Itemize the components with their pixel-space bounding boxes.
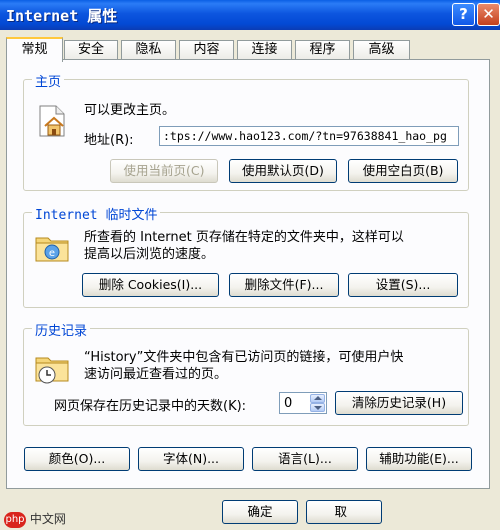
help-icon: ?: [459, 5, 468, 23]
php-logo: php: [4, 511, 26, 528]
history-legend: 历史记录: [32, 320, 91, 339]
site-watermark: php 中文网: [4, 510, 66, 528]
window-title: Internet 属性: [6, 7, 118, 25]
tab-privacy[interactable]: 隐私: [121, 40, 176, 60]
delete-files-button[interactable]: 删除文件(F)...: [229, 273, 339, 297]
history-days-value: 0: [284, 396, 293, 411]
fonts-button[interactable]: 字体(N)...: [138, 447, 244, 471]
history-description-line2: 速访问最近查看过的页。: [84, 367, 228, 382]
temp-files-settings-button[interactable]: 设置(S)...: [348, 273, 458, 297]
tab-general[interactable]: 常规: [6, 37, 63, 62]
delete-cookies-button[interactable]: 删除 Cookies(I)...: [82, 273, 219, 297]
svg-text:e: e: [49, 248, 55, 259]
use-blank-page-button[interactable]: 使用空白页(B): [348, 159, 458, 183]
tab-content[interactable]: 内容: [179, 40, 234, 60]
use-default-page-button[interactable]: 使用默认页(D): [229, 159, 337, 183]
address-label: 地址(R):: [84, 133, 134, 148]
languages-button[interactable]: 语言(L)...: [252, 447, 358, 471]
tab-security[interactable]: 安全: [64, 40, 118, 60]
history-days-spinner[interactable]: 0: [279, 392, 327, 414]
close-button[interactable]: ✕: [477, 3, 500, 26]
help-button[interactable]: ?: [452, 3, 475, 26]
close-icon: ✕: [482, 5, 495, 23]
spin-up-icon[interactable]: [310, 394, 325, 403]
clear-history-button[interactable]: 清除历史记录(H): [335, 391, 463, 415]
tab-advanced[interactable]: 高级: [353, 40, 410, 60]
tab-programs[interactable]: 程序: [295, 40, 350, 60]
colors-button[interactable]: 颜色(O)...: [24, 447, 130, 471]
home-page-legend: 主页: [32, 71, 65, 90]
cancel-button[interactable]: 取: [306, 500, 382, 524]
tab-connections[interactable]: 连接: [237, 40, 292, 60]
home-page-icon: [39, 105, 65, 137]
watermark-text: 中文网: [29, 512, 66, 526]
temp-files-legend: Internet 临时文件: [32, 204, 161, 223]
use-current-page-button[interactable]: 使用当前页(C): [110, 159, 218, 183]
history-folder-icon: [35, 357, 69, 384]
ok-button[interactable]: 确定: [222, 500, 298, 524]
home-address-input[interactable]: :tps://www.hao123.com/?tn=97638841_hao_p…: [159, 126, 459, 146]
temp-files-description-line2: 提高以后浏览的速度。: [84, 247, 215, 262]
home-page-description: 可以更改主页。: [84, 103, 176, 118]
spin-down-icon[interactable]: [310, 403, 325, 412]
title-bar[interactable]: Internet 属性 ? ✕: [0, 0, 500, 30]
temp-files-folder-icon: e: [35, 237, 69, 262]
history-days-label: 网页保存在历史记录中的天数(K):: [54, 399, 247, 414]
accessibility-button[interactable]: 辅助功能(E)...: [366, 447, 472, 471]
